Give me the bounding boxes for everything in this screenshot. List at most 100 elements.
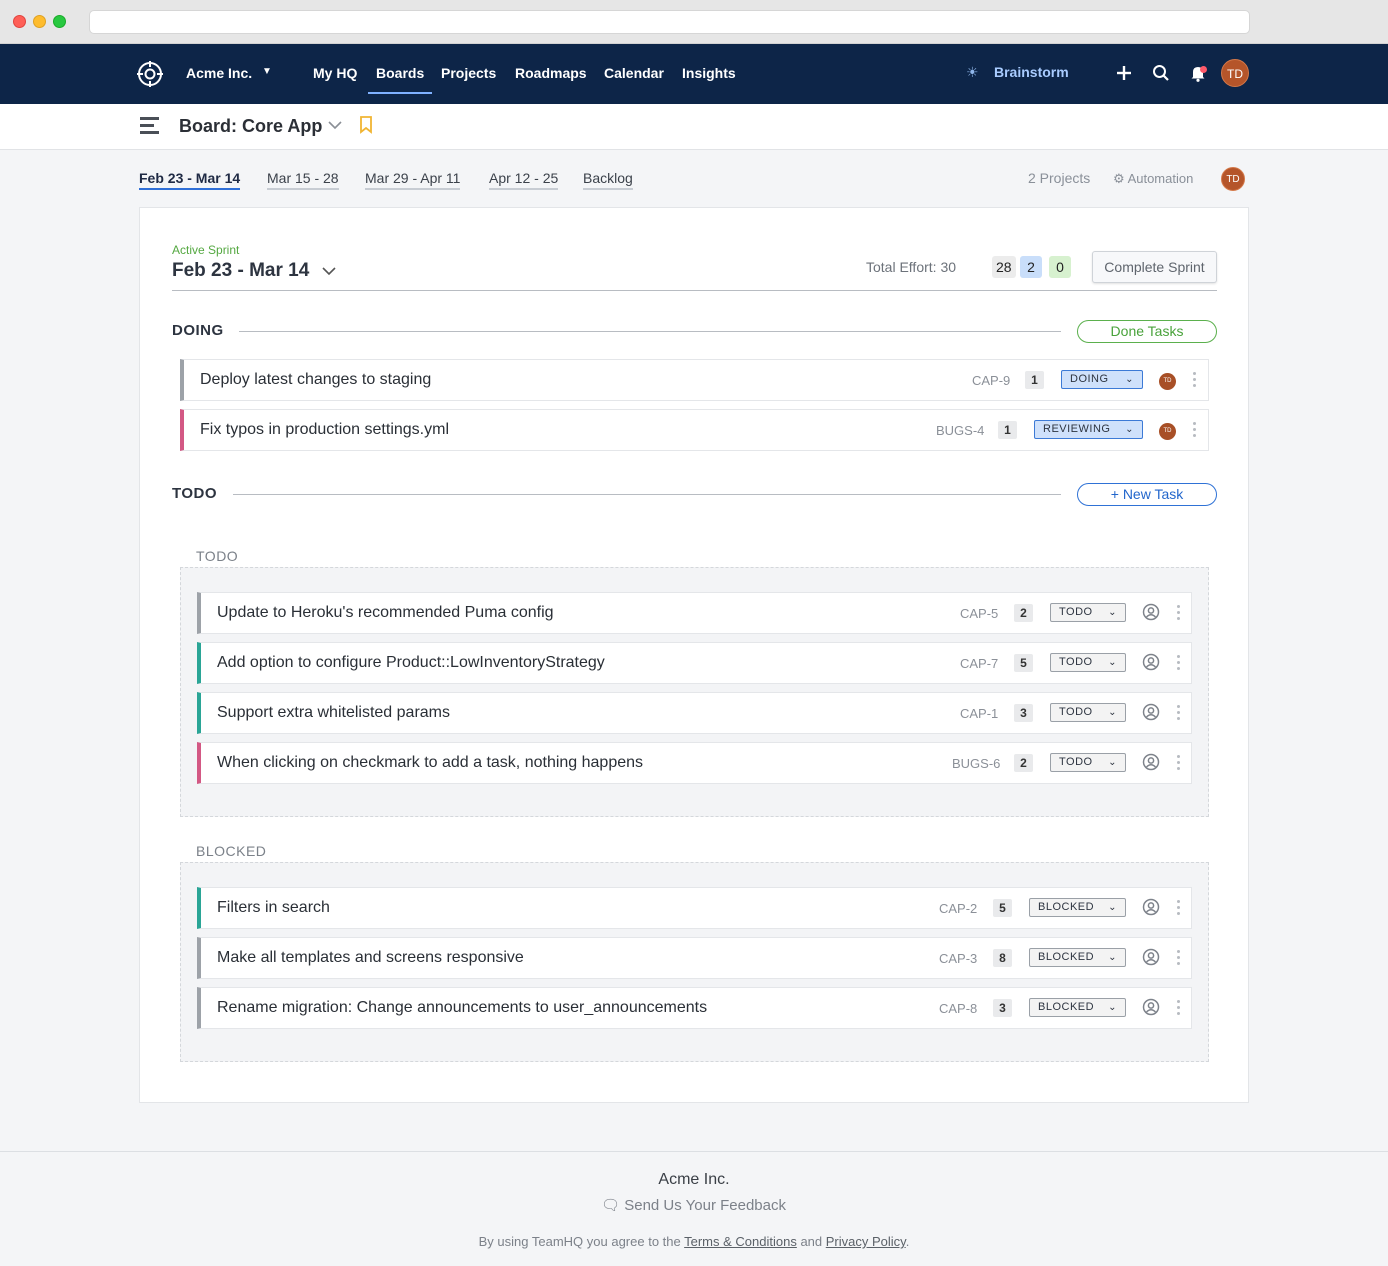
nav-roadmaps[interactable]: Roadmaps [515, 65, 587, 81]
tab-sprint-3[interactable]: Mar 29 - Apr 11 [365, 170, 461, 190]
status-dropdown[interactable]: TODO ⌄ [1050, 703, 1126, 722]
automation-button[interactable]: ⚙ Automation [1113, 171, 1193, 187]
assignee-avatar[interactable]: TD [1159, 423, 1176, 440]
more-options-icon[interactable] [1177, 900, 1181, 918]
feedback-link[interactable]: 🗨 Send Us Your Feedback [601, 1196, 786, 1214]
todo-section-title: TODO [172, 485, 218, 502]
privacy-link[interactable]: Privacy Policy [826, 1234, 906, 1249]
terms-link[interactable]: Terms & Conditions [684, 1234, 797, 1249]
status-label: BLOCKED [1038, 1001, 1095, 1013]
status-dropdown[interactable]: TODO ⌄ [1050, 753, 1126, 772]
more-options-icon[interactable] [1177, 755, 1181, 773]
maximize-window-button[interactable] [53, 15, 66, 28]
task-key: CAP-3 [939, 951, 978, 966]
divider [239, 331, 1061, 332]
active-sprint-label: Active Sprint [172, 243, 240, 257]
member-avatar[interactable]: TD [1221, 167, 1245, 191]
org-switcher[interactable]: Acme Inc. [186, 65, 252, 81]
chat-icon: 🗨 [601, 1197, 621, 1214]
top-navigation: Acme Inc. ▼ My HQ Boards Projects Roadma… [0, 44, 1388, 104]
more-options-icon[interactable] [1177, 655, 1181, 673]
task-title[interactable]: Update to Heroku's recommended Puma conf… [217, 604, 554, 622]
sprint-title[interactable]: Feb 23 - Mar 14 [172, 260, 309, 282]
task-row[interactable]: Filters in search CAP-2 5 BLOCKED ⌄ [197, 887, 1192, 929]
brainstorm-label: Brainstorm [994, 64, 1069, 80]
task-title[interactable]: Support extra whitelisted params [217, 704, 450, 722]
projects-count[interactable]: 2 Projects [1028, 170, 1090, 186]
app-logo-icon[interactable] [137, 61, 163, 87]
unassigned-user-icon[interactable] [1142, 898, 1160, 916]
more-options-icon[interactable] [1193, 372, 1197, 390]
tab-backlog[interactable]: Backlog [583, 170, 633, 190]
task-title[interactable]: Add option to configure Product::LowInve… [217, 654, 605, 672]
task-title[interactable]: Filters in search [217, 899, 330, 917]
task-row[interactable]: When clicking on checkmark to add a task… [197, 742, 1192, 784]
unassigned-user-icon[interactable] [1142, 948, 1160, 966]
user-avatar[interactable]: TD [1221, 59, 1249, 87]
nav-calendar[interactable]: Calendar [604, 65, 664, 81]
task-row[interactable]: Rename migration: Change announcements t… [197, 987, 1192, 1029]
task-row[interactable]: Add option to configure Product::LowInve… [197, 642, 1192, 684]
status-dropdown[interactable]: DOING ⌄ [1061, 370, 1143, 389]
brainstorm-button[interactable]: ☀ Brainstorm [966, 64, 1069, 81]
unassigned-user-icon[interactable] [1142, 703, 1160, 721]
status-label: BLOCKED [1038, 951, 1095, 963]
nav-projects[interactable]: Projects [441, 65, 496, 81]
assignee-avatar[interactable]: TD [1159, 373, 1176, 390]
task-title[interactable]: Rename migration: Change announcements t… [217, 999, 707, 1017]
unassigned-user-icon[interactable] [1142, 753, 1160, 771]
new-task-label: New Task [1122, 486, 1184, 502]
nav-my-hq[interactable]: My HQ [313, 65, 357, 81]
more-options-icon[interactable] [1193, 422, 1197, 440]
status-dropdown[interactable]: TODO ⌄ [1050, 653, 1126, 672]
unassigned-user-icon[interactable] [1142, 653, 1160, 671]
more-options-icon[interactable] [1177, 705, 1181, 723]
tab-sprint-4[interactable]: Apr 12 - 25 [489, 170, 559, 190]
search-icon[interactable] [1151, 63, 1171, 83]
task-row[interactable]: Support extra whitelisted params CAP-1 3… [197, 692, 1192, 734]
board-header: Board: Core App [0, 104, 1388, 150]
browser-chrome [0, 0, 1388, 44]
gear-icon: ⚙ [1113, 171, 1125, 186]
more-options-icon[interactable] [1177, 605, 1181, 623]
status-label: BLOCKED [1038, 901, 1095, 913]
close-window-button[interactable] [13, 15, 26, 28]
effort-todo-badge: 28 [992, 256, 1016, 278]
task-title[interactable]: Fix typos in production settings.yml [200, 421, 449, 439]
task-row[interactable]: Update to Heroku's recommended Puma conf… [197, 592, 1192, 634]
minimize-window-button[interactable] [33, 15, 46, 28]
automation-label: Automation [1127, 171, 1194, 186]
nav-insights[interactable]: Insights [682, 65, 736, 81]
task-title[interactable]: Deploy latest changes to staging [200, 371, 431, 389]
unassigned-user-icon[interactable] [1142, 603, 1160, 621]
task-key: CAP-8 [939, 1001, 978, 1016]
tab-sprint-2[interactable]: Mar 15 - 28 [267, 170, 339, 190]
chevron-down-icon[interactable] [321, 263, 337, 279]
caret-down-icon[interactable]: ▼ [262, 66, 272, 77]
bookmark-icon[interactable] [359, 116, 373, 134]
chevron-down-icon[interactable] [327, 117, 343, 133]
task-row[interactable]: Make all templates and screens responsiv… [197, 937, 1192, 979]
task-title[interactable]: When clicking on checkmark to add a task… [217, 754, 643, 772]
menu-icon[interactable] [140, 117, 159, 138]
address-bar[interactable] [89, 10, 1250, 34]
task-row[interactable]: Fix typos in production settings.yml BUG… [180, 409, 1209, 451]
footer-legal: By using TeamHQ you agree to the Terms &… [0, 1234, 1388, 1249]
plus-icon[interactable] [1114, 63, 1134, 83]
status-dropdown[interactable]: BLOCKED ⌄ [1029, 898, 1126, 917]
complete-sprint-button[interactable]: Complete Sprint [1092, 251, 1217, 283]
unassigned-user-icon[interactable] [1142, 998, 1160, 1016]
status-dropdown[interactable]: REVIEWING ⌄ [1034, 420, 1143, 439]
more-options-icon[interactable] [1177, 1000, 1181, 1018]
task-row[interactable]: Deploy latest changes to staging CAP-9 1… [180, 359, 1209, 401]
tab-sprint-1[interactable]: Feb 23 - Mar 14 [139, 170, 241, 190]
task-title[interactable]: Make all templates and screens responsiv… [217, 949, 524, 967]
board-title[interactable]: Board: Core App [179, 116, 322, 137]
nav-boards[interactable]: Boards [367, 65, 433, 94]
more-options-icon[interactable] [1177, 950, 1181, 968]
status-dropdown[interactable]: TODO ⌄ [1050, 603, 1126, 622]
status-dropdown[interactable]: BLOCKED ⌄ [1029, 948, 1126, 967]
done-tasks-button[interactable]: Done Tasks [1077, 320, 1217, 343]
status-dropdown[interactable]: BLOCKED ⌄ [1029, 998, 1126, 1017]
new-task-button[interactable]: + New Task [1077, 483, 1217, 506]
